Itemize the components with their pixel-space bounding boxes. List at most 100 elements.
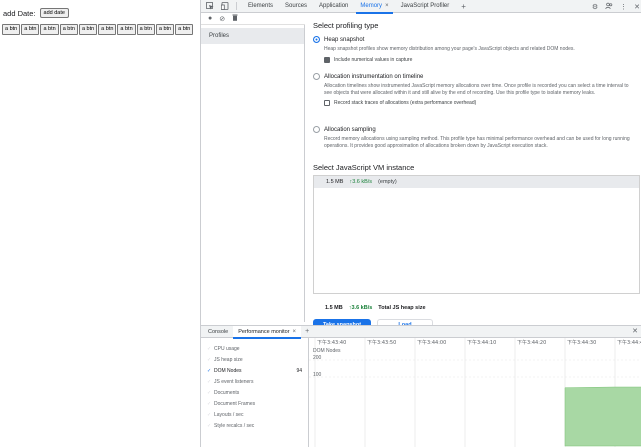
chart-title: DOM Nodes	[313, 348, 341, 354]
profiles-sidebar-item[interactable]: Profiles	[201, 28, 304, 44]
tab-sources[interactable]: Sources	[279, 0, 313, 13]
performance-monitor-chart: 下午3:43:40 下午3:43:50 下午3:44:00 下午3:44:10 下午3:…	[309, 338, 641, 447]
device-toolbar-icon[interactable]	[219, 0, 231, 12]
tab-application[interactable]: Application	[313, 0, 354, 13]
radio-button[interactable]	[313, 36, 320, 43]
a-btn-button[interactable]: a btn	[155, 24, 175, 35]
toolbar-divider	[236, 2, 237, 10]
metric-item[interactable]: ✓ CPU usage	[201, 343, 308, 354]
inspect-element-icon[interactable]	[204, 0, 216, 12]
time-tick-label: 下午3:44:00	[417, 339, 446, 346]
a-btn-button[interactable]: a btn	[78, 24, 98, 35]
drawer-tab-label: Console	[208, 328, 229, 335]
more-options-icon[interactable]: ⋮	[620, 3, 627, 11]
metric-item[interactable]: ✓ JS heap size	[201, 354, 308, 365]
drawer-tab-close-icon[interactable]: ×	[293, 329, 297, 335]
check-icon: ✓	[207, 389, 212, 396]
time-tick-label: 下午3:44:30	[567, 339, 596, 346]
user-group-icon[interactable]	[605, 2, 613, 12]
metric-item[interactable]: ✓ Document Frames	[201, 398, 308, 409]
time-tick-label: 下午3:44:20	[517, 339, 546, 346]
a-btn-button[interactable]: a btn	[136, 24, 155, 35]
a-btn-button[interactable]: a btn	[2, 24, 21, 35]
drawer-tab-console[interactable]: Console	[203, 326, 233, 338]
more-tabs-plus-icon[interactable]: +	[455, 2, 472, 11]
add-date-label: add Date:	[3, 8, 36, 18]
checkbox[interactable]	[324, 56, 330, 63]
settings-gear-icon[interactable]: ⚙	[592, 3, 598, 11]
heap-totals: 1.5 MB ↑3.6 kB/s Total JS heap size	[325, 305, 432, 311]
a-btn-button[interactable]: a btn	[98, 24, 117, 35]
panel-tabs: Elements Sources Application Memory × JavaScr…	[242, 0, 456, 14]
tab-close-icon[interactable]: ×	[385, 3, 389, 9]
time-tick-label: 下午3:43:50	[367, 339, 396, 346]
a-btn-button[interactable]: a btn	[175, 24, 194, 35]
profiling-option: Allocation instrumentation on timeline Al…	[313, 73, 638, 106]
a-btn-button[interactable]: a btn	[40, 24, 59, 35]
checkbox-label: Record stack traces of allocations (extr…	[334, 100, 477, 106]
time-tick-label: 下午3:44:10	[467, 339, 496, 346]
tab-elements[interactable]: Elements	[242, 0, 279, 13]
vm-instance-heading: Select JavaScript VM instance	[313, 163, 415, 172]
profiling-option-row[interactable]: Heap snapshot	[313, 36, 638, 43]
option-checkbox-row[interactable]: Record stack traces of allocations (extr…	[324, 100, 638, 106]
vm-rate: ↑3.6 kB/s	[349, 179, 373, 185]
tab-javascript-profiler[interactable]: JavaScript Profiler	[395, 0, 456, 13]
a-btn-button[interactable]: a btn	[117, 24, 136, 35]
metric-label: JS event listeners	[214, 378, 254, 385]
radio-button[interactable]	[313, 73, 320, 80]
tab-label: Elements	[248, 3, 274, 9]
profiling-option-row[interactable]: Allocation instrumentation on timeline	[313, 73, 638, 80]
profiles-sidebar: Profiles	[201, 25, 305, 322]
tab-label: Sources	[285, 3, 308, 9]
vm-name: (empty)	[378, 179, 397, 185]
check-icon: ✓	[207, 345, 212, 352]
vm-instance-row[interactable]: 1.5 MB ↑3.6 kB/s (empty)	[314, 176, 639, 188]
metric-label: JS heap size	[214, 356, 243, 363]
close-devtools-icon[interactable]: ✕	[634, 3, 640, 11]
radio-button[interactable]	[313, 126, 320, 133]
profiling-option-label: Allocation instrumentation on timeline	[324, 73, 424, 80]
metric-label: Document Frames	[214, 400, 256, 407]
vm-instance-list: 1.5 MB ↑3.6 kB/s (empty)	[313, 175, 640, 294]
total-rate: ↑3.6 kB/s	[348, 305, 373, 311]
metric-item[interactable]: ✓ Documents	[201, 387, 308, 398]
profiling-option-row[interactable]: Allocation sampling	[313, 126, 638, 133]
metric-item[interactable]: ✓ JS event listeners	[201, 376, 308, 387]
drawer-tab-label: Performance monitor	[238, 328, 290, 335]
metric-label: Style recalcs / sec	[214, 422, 255, 429]
time-tick-label: 下午3:44:40	[617, 339, 641, 346]
collect-garbage-icon[interactable]	[232, 14, 238, 23]
profiling-option-label: Allocation sampling	[324, 126, 376, 133]
check-icon: ✓	[207, 367, 212, 374]
devtools-tabbar: Elements Sources Application Memory × JavaScr…	[201, 0, 641, 14]
profiling-option-label: Heap snapshot	[324, 36, 365, 43]
metric-item[interactable]: ✓ Layouts / sec	[201, 409, 308, 420]
a-btn-button[interactable]: a btn	[21, 24, 40, 35]
metric-label: DOM Nodes	[214, 367, 242, 374]
drawer-tab-performance-monitor[interactable]: Performance monitor ×	[233, 325, 302, 339]
metric-item[interactable]: ✓ Style recalcs / sec	[201, 420, 308, 431]
checkbox-label: Include numerical values in capture	[334, 56, 413, 63]
close-drawer-icon[interactable]: ✕	[632, 327, 638, 335]
option-checkbox-row[interactable]: Include numerical values in capture	[324, 56, 638, 63]
drawer-add-tab-icon[interactable]: +	[301, 328, 313, 335]
record-icon[interactable]: ●	[208, 15, 212, 22]
profiling-option-description: Allocation timelines show instrumented J…	[324, 83, 629, 96]
metric-item[interactable]: ✓ DOM Nodes 94	[201, 365, 308, 376]
a-btn-button[interactable]: a btn	[59, 24, 78, 35]
memory-main: Select profiling type Heap snapshot Heap …	[305, 13, 641, 331]
inspected-page: add Date: add date a btn a btn a btn a btn a…	[0, 0, 200, 447]
toolbar-right: ⚙ ⋮ ✕	[585, 0, 640, 13]
checkbox[interactable]	[324, 100, 330, 106]
tab-label: Application	[319, 3, 349, 9]
tab-memory[interactable]: Memory ×	[354, 0, 394, 14]
add-date-button[interactable]: add date	[39, 8, 69, 18]
metric-label: Layouts / sec	[214, 411, 244, 418]
profiling-option: Heap snapshot Heap snapshot profiles show…	[313, 36, 638, 63]
clear-icon[interactable]: ⊘	[219, 15, 225, 23]
y-tick-label: 200	[313, 355, 322, 361]
metric-label: Documents	[214, 389, 240, 396]
check-icon: ✓	[207, 400, 212, 407]
total-size: 1.5 MB	[325, 305, 343, 311]
